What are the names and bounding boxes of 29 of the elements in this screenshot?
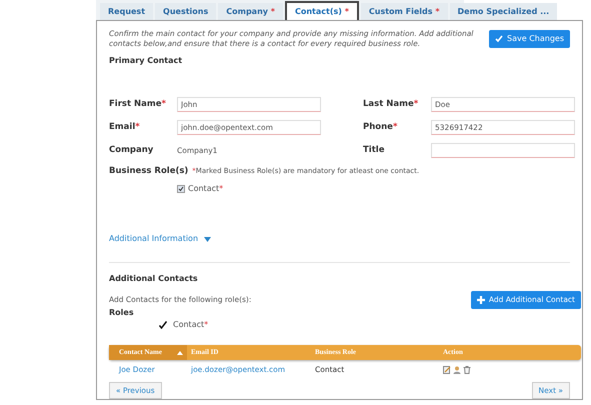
check-icon (495, 35, 504, 43)
field-label: Title (363, 145, 384, 156)
tab[interactable]: Request (100, 3, 154, 20)
save-changes-button[interactable]: Save Changes (489, 30, 570, 48)
field-label: First Name* (109, 99, 166, 110)
checkbox-label: Contact* (188, 183, 224, 195)
trash-icon[interactable] (463, 366, 471, 374)
role-label: Contact* (173, 319, 208, 331)
tab[interactable]: Questions (155, 3, 216, 20)
field-label: Last Name* (363, 99, 418, 110)
tab[interactable]: Demo Specialized ... (450, 3, 558, 20)
tab[interactable]: Contact(s) * (284, 1, 359, 20)
field-label: Phone* (363, 122, 398, 132)
checkbox[interactable] (177, 185, 185, 193)
caret-icon (204, 236, 212, 242)
field-label: Email* (109, 122, 140, 132)
section-heading: Additional Contacts (109, 273, 199, 285)
tab[interactable]: Custom Fields * (360, 3, 448, 20)
section-heading: Primary Contact (109, 55, 184, 67)
tab[interactable]: Company * (218, 3, 283, 20)
sort-icon (177, 350, 183, 354)
input-field[interactable] (431, 143, 575, 158)
field-label: Company (109, 145, 154, 156)
person-icon[interactable] (453, 366, 461, 374)
additional-information-toggle[interactable]: Additional Information (109, 233, 212, 245)
field-label: Business Role(s) (109, 166, 188, 177)
roles-label: Roles (109, 307, 135, 319)
edit-icon[interactable] (443, 366, 451, 374)
plus-icon (476, 296, 485, 304)
